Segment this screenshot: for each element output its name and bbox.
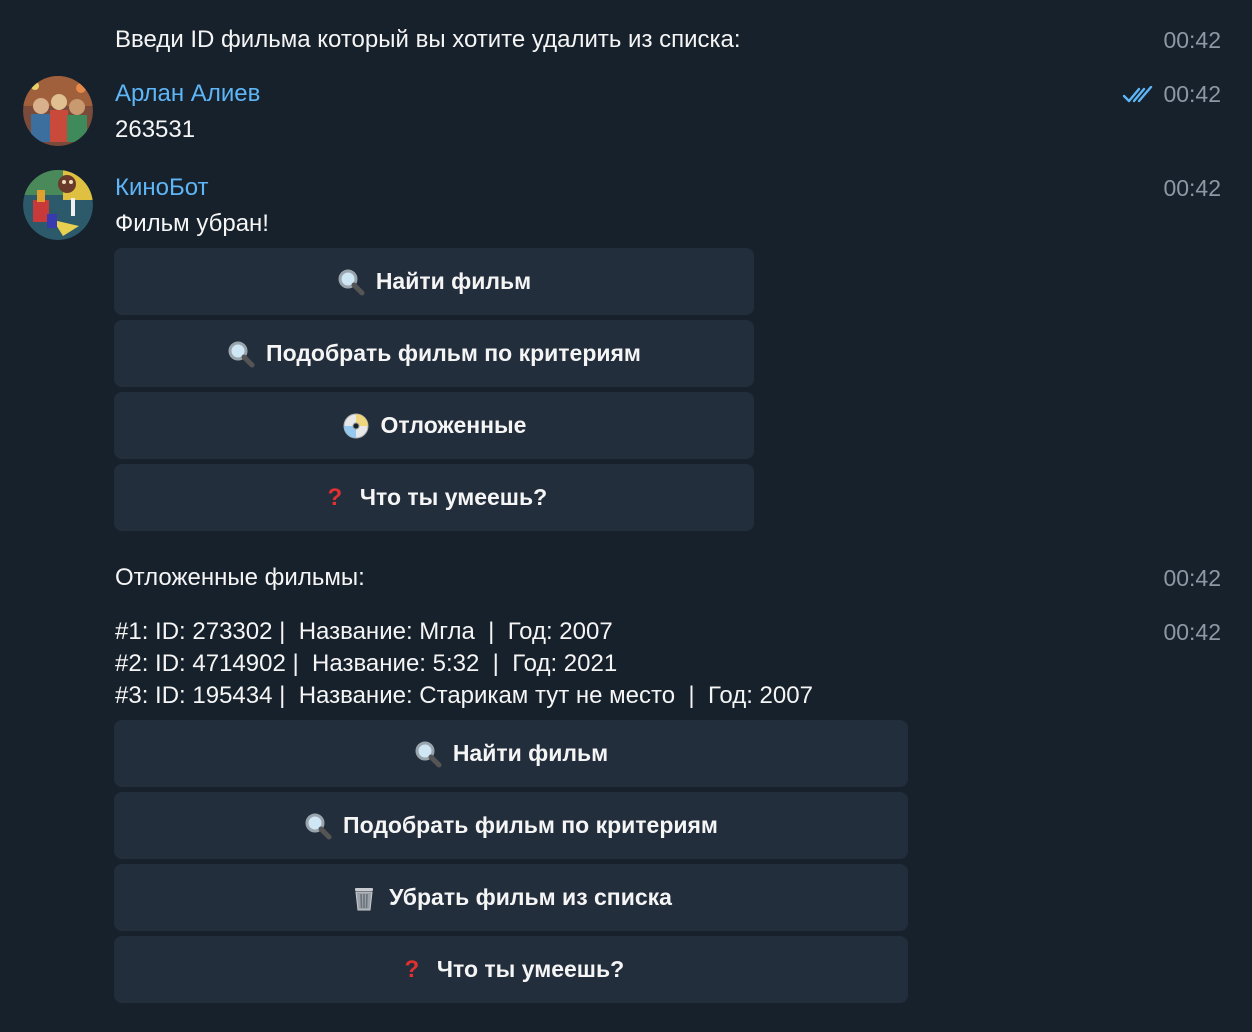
bot-avatar[interactable] [23,170,93,240]
button-label: Найти фильм [375,268,532,294]
button-label: Найти фильм [452,740,609,766]
find-movie-button[interactable]: Найти фильм [114,720,908,787]
double-check-icon [1122,86,1153,103]
message-text: Отложенные фильмы: [115,564,365,591]
button-label: Что ты умеешь? [436,956,625,982]
message-text: 263531 [115,116,196,143]
pick-movie-by-criteria-button[interactable]: Подобрать фильм по критериям [114,792,908,859]
dvd-icon [343,413,369,438]
message-time: 00:42 [1163,175,1221,201]
message-time: 00:42 [1163,27,1221,53]
what-can-you-do-button[interactable]: ? Что ты умеешь? [114,464,754,531]
message-text: Введи ID фильма который вы хотите удалит… [115,26,741,53]
question-mark-icon: ? [404,955,420,983]
magnifier-icon [415,741,442,767]
deferred-button[interactable]: Отложенные [114,392,754,459]
find-movie-button[interactable]: Найти фильм [114,248,754,315]
sender-name[interactable]: Арлан Алиев [115,78,260,110]
magnifier-icon [338,269,365,295]
magnifier-icon [305,813,332,839]
chat-history: Введи ID фильма который вы хотите удалит… [0,0,1252,1032]
pick-movie-by-criteria-button[interactable]: Подобрать фильм по критериям [114,320,754,387]
button-label: Отложенные [380,412,527,438]
wastebasket-icon [355,887,374,910]
message-time: 00:42 [1163,81,1221,107]
magnifier-icon [228,341,255,367]
list-item: #3: ID: 195434 | Название: Старикам тут … [115,682,813,709]
sender-name[interactable]: КиноБот [115,172,209,204]
message-text: Фильм убран! [115,210,269,237]
what-can-you-do-button[interactable]: ? Что ты умеешь? [114,936,908,1003]
button-label: Подобрать фильм по критериям [343,812,718,838]
message-time: 00:42 [1163,565,1221,591]
list-item: #1: ID: 273302 | Название: Мгла | Год: 2… [115,618,613,645]
question-mark-icon: ? [327,483,343,511]
button-label: Убрать фильм из списка [389,884,672,910]
user-avatar[interactable] [23,76,93,146]
button-label: Подобрать фильм по критериям [266,340,641,366]
button-label: Что ты умеешь? [359,484,548,510]
message-time: 00:42 [1163,619,1221,645]
remove-movie-button[interactable]: Убрать фильм из списка [114,864,908,931]
list-item: #2: ID: 4714902 | Название: 5:32 | Год: … [115,650,618,677]
